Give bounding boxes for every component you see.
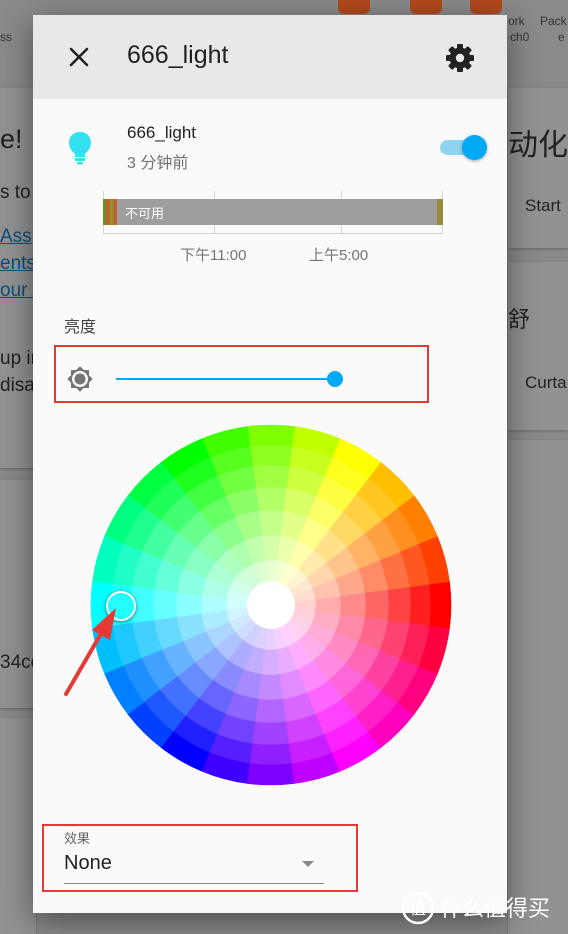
annotation-box-effect xyxy=(42,824,358,892)
wheel-segment[interactable] xyxy=(387,586,412,624)
history-axis xyxy=(103,233,443,234)
bg-top-label: ss xyxy=(0,30,12,44)
gear-icon xyxy=(446,44,474,72)
bg-right-start: Start xyxy=(525,196,561,215)
wheel-segment[interactable] xyxy=(409,583,432,627)
wheel-segment[interactable] xyxy=(247,424,295,447)
close-icon xyxy=(69,47,89,67)
wheel-segment[interactable] xyxy=(152,589,178,621)
wheel-center[interactable] xyxy=(247,581,295,629)
annotation-arrow xyxy=(64,608,116,696)
history-state-label: 不可用 xyxy=(125,206,165,221)
bg-badge xyxy=(338,0,370,14)
bg-line: disa xyxy=(0,375,35,396)
history-state-bar[interactable]: 不可用 xyxy=(103,199,443,225)
wheel-segment[interactable] xyxy=(252,464,290,489)
wheel-segment[interactable] xyxy=(175,592,202,618)
bg-card-right xyxy=(508,440,568,934)
history-time-label: 上午5:00 xyxy=(309,247,369,264)
bg-top-label: Pack xyxy=(540,14,567,28)
toggle-knob xyxy=(462,135,487,160)
bg-badge xyxy=(470,0,502,14)
history-segment xyxy=(113,199,117,225)
wheel-segment[interactable] xyxy=(252,721,290,746)
more-info-dialog: 666_light 666_light 3 分钟前 不可用 下午11:00 上午… xyxy=(33,15,507,913)
history-segment xyxy=(437,199,443,225)
settings-button[interactable] xyxy=(445,43,475,73)
dialog-header: 666_light xyxy=(33,15,507,99)
wheel-segment[interactable] xyxy=(255,698,287,724)
entity-name: 666_light xyxy=(127,123,197,142)
annotation-box-brightness xyxy=(54,345,429,403)
watermark: 值 什么值得买 xyxy=(401,891,550,925)
svg-text:什么值得买: 什么值得买 xyxy=(440,897,550,922)
bg-greeting: e! xyxy=(0,124,23,154)
wheel-segment[interactable] xyxy=(249,743,293,766)
wheel-segment[interactable] xyxy=(255,486,287,512)
bg-top-label: ork xyxy=(508,14,525,28)
wheel-segment[interactable] xyxy=(429,581,452,629)
wheel-segment[interactable] xyxy=(258,674,284,701)
wheel-segment[interactable] xyxy=(249,444,293,467)
wheel-segment[interactable] xyxy=(247,763,295,786)
bg-top-label: e xyxy=(558,30,565,44)
wheel-segment[interactable] xyxy=(340,592,367,618)
bg-right-curtain: Curta xyxy=(525,373,567,392)
wheel-segment[interactable] xyxy=(258,509,284,536)
bg-card-right xyxy=(508,262,568,430)
bg-top-label: ch0 xyxy=(510,30,530,44)
last-changed: 3 分钟前 xyxy=(127,155,189,172)
bg-link: ents xyxy=(0,253,36,274)
svg-text:值: 值 xyxy=(410,899,426,918)
bg-card-left xyxy=(0,718,36,934)
bg-card-right xyxy=(508,88,568,248)
power-toggle[interactable] xyxy=(438,135,488,160)
bg-badge xyxy=(410,0,442,14)
dialog-title: 666_light xyxy=(127,41,229,69)
bg-right-glyph: 舒 xyxy=(508,307,531,332)
bg-link: Ass xyxy=(0,226,32,247)
brightness-label: 亮度 xyxy=(64,319,97,336)
close-button[interactable] xyxy=(63,41,95,73)
wheel-segment[interactable] xyxy=(364,589,390,621)
bg-right-title: 动化 xyxy=(508,129,568,162)
history-time-label: 下午11:00 xyxy=(180,247,247,264)
lightbulb-icon xyxy=(69,132,91,165)
color-wheel[interactable] xyxy=(85,419,457,791)
